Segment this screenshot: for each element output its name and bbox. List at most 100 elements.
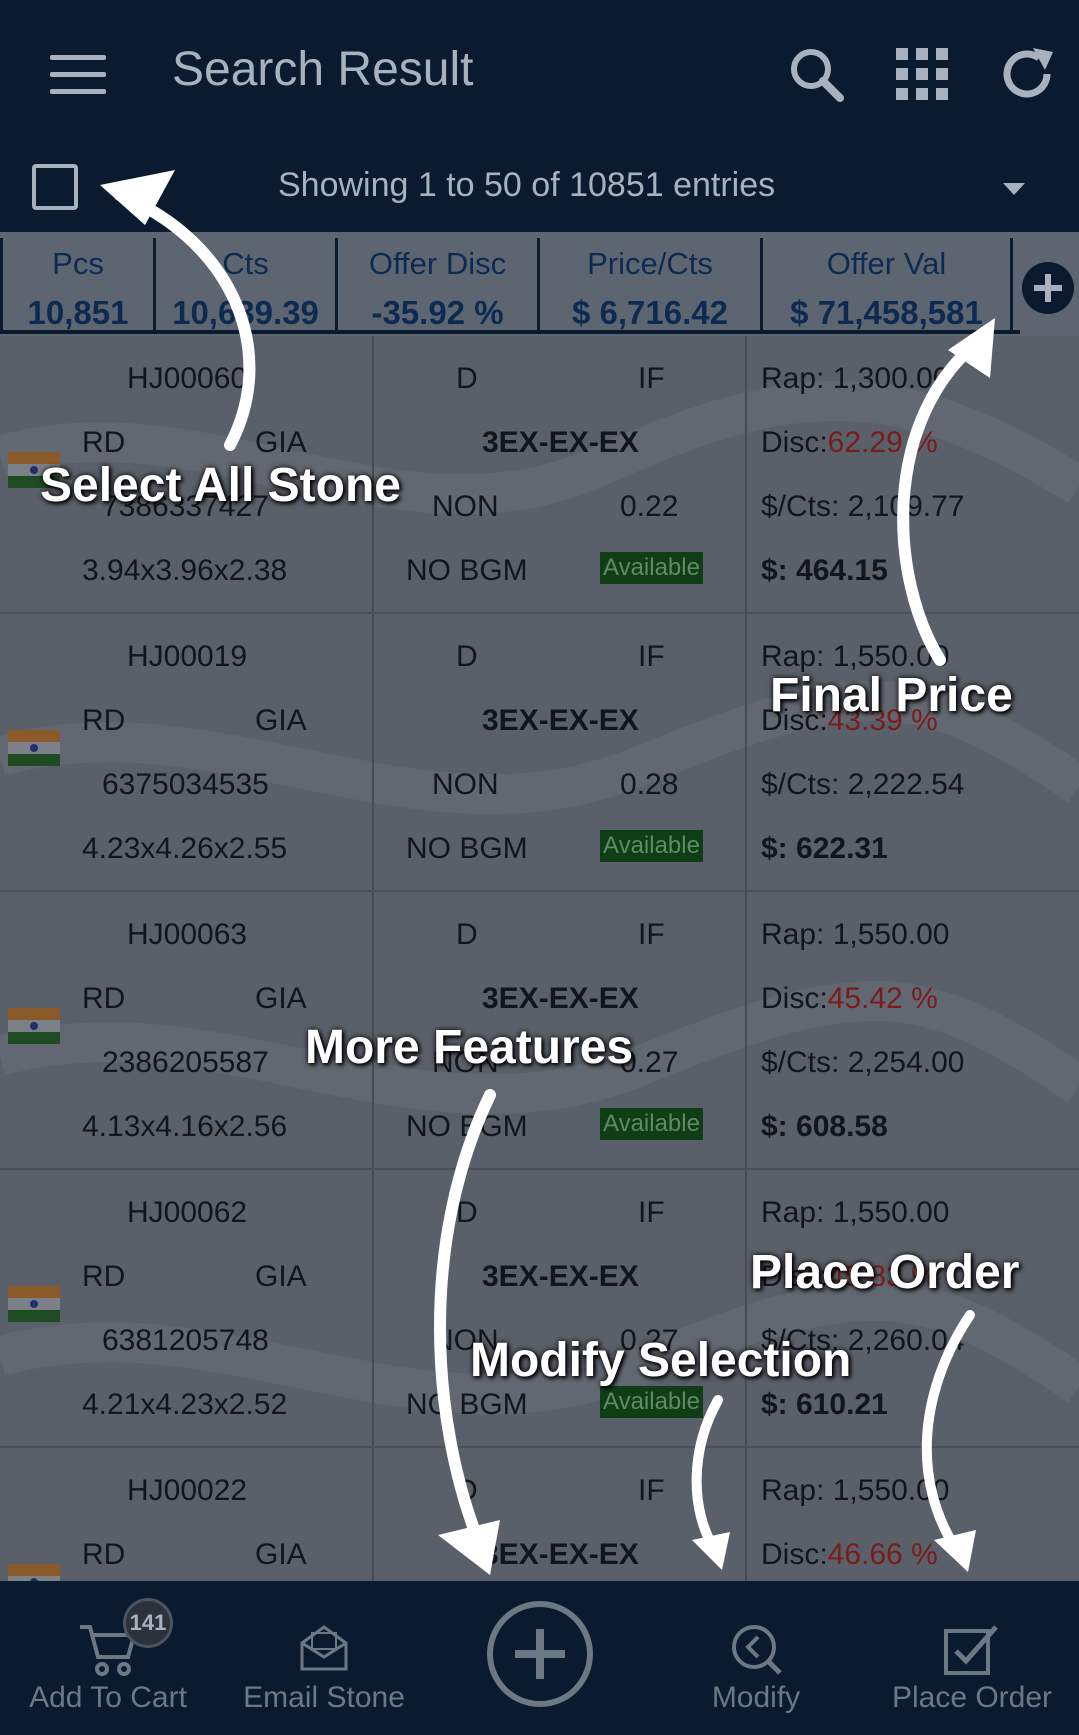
india-flag-icon [8, 1008, 60, 1044]
stone-id[interactable]: HJ00062 [127, 1196, 247, 1230]
column-divider [372, 1448, 374, 1581]
bottom-navigation: 141 Add To Cart Email Stone Modify Place… [0, 1581, 1079, 1735]
measurements: 4.13x4.16x2.56 [82, 1110, 288, 1143]
status-badge: Available [600, 1386, 703, 1418]
add-column-icon[interactable] [1020, 260, 1076, 316]
summary-offer-val: Offer Val $ 71,458,581 [760, 238, 1013, 331]
select-all-checkbox[interactable] [32, 164, 78, 210]
add-to-cart-button[interactable]: 141 Add To Cart [10, 1581, 206, 1735]
refresh-icon[interactable] [997, 44, 1057, 104]
menu-icon[interactable] [50, 55, 106, 95]
final-price: $: 608.58 [761, 1110, 888, 1143]
summary-price-cts: Price/Cts $ 6,716.42 [537, 238, 760, 331]
email-stone-button[interactable]: Email Stone [226, 1581, 422, 1735]
summary-value: 10,851 [27, 294, 129, 331]
stone-id[interactable]: HJ00060 [127, 362, 247, 396]
report-number[interactable]: 6375034535 [102, 768, 269, 802]
color: D [456, 1196, 478, 1229]
final-price: $: 622.31 [761, 832, 888, 865]
discount-value: 62.29 % [827, 426, 938, 459]
carat: 0.28 [620, 768, 679, 801]
summary-label: Offer Val [826, 246, 947, 281]
fluorescence: NON [432, 490, 499, 523]
color: D [456, 918, 478, 951]
price-per-carat: $/Cts: 2,222.54 [761, 768, 965, 801]
report-number[interactable]: 6381205748 [102, 1324, 269, 1358]
status-badge: Available [600, 830, 703, 862]
cut-polish-symmetry: 3EX-EX-EX [482, 1538, 639, 1571]
lab: GIA [255, 426, 307, 459]
summary-header: Pcs 10,851 Cts 10,639.39 Offer Disc -35.… [0, 232, 1079, 336]
bgm: NO BGM [406, 1388, 528, 1421]
shape: RD [82, 1538, 126, 1571]
summary-cts: Cts 10,639.39 [153, 238, 335, 331]
bgm: NO BGM [406, 832, 528, 865]
annotation-more-features: More Features [305, 1021, 634, 1074]
annotation-modify-selection: Modify Selection [470, 1334, 852, 1387]
annotation-select-all: Select All Stone [40, 459, 401, 512]
stone-id[interactable]: HJ00019 [127, 640, 247, 674]
clarity: IF [638, 362, 665, 395]
clarity: IF [638, 918, 665, 951]
table-row[interactable]: HJ00022 RD GIA D IF 3EX-EX-EX Rap: 1,550… [0, 1448, 1079, 1581]
clarity: IF [638, 1196, 665, 1229]
column-divider [745, 1170, 747, 1446]
rap-price: Rap: 1,550.00 [761, 918, 950, 951]
clarity: IF [638, 1474, 665, 1507]
chevron-down-icon[interactable] [1003, 183, 1025, 195]
cut-polish-symmetry: 3EX-EX-EX [482, 704, 639, 737]
search-icon[interactable] [786, 44, 846, 104]
column-divider [745, 336, 747, 612]
price-per-carat: $/Cts: 2,109.77 [761, 490, 965, 523]
india-flag-icon [8, 1286, 60, 1322]
report-number[interactable]: 2386205587 [102, 1046, 269, 1080]
rap-price: Rap: 1,550.00 [761, 1196, 950, 1229]
modify-button[interactable]: Modify [658, 1581, 854, 1735]
more-features-button[interactable] [485, 1599, 595, 1709]
table-row[interactable]: HJ00019 RD GIA 6375034535 4.23x4.26x2.55… [0, 614, 1079, 892]
table-row[interactable]: HJ00062 RD GIA 6381205748 4.21x4.23x2.52… [0, 1170, 1079, 1448]
final-price: $: 610.21 [761, 1388, 888, 1421]
color: D [456, 362, 478, 395]
color: D [456, 1474, 478, 1507]
grid-icon[interactable] [892, 44, 952, 104]
place-order-button[interactable]: Place Order [874, 1581, 1070, 1735]
checkbox-edit-icon [944, 1625, 998, 1675]
summary-label: Price/Cts [587, 246, 713, 281]
summary-value: $ 6,716.42 [572, 294, 728, 331]
stone-list[interactable]: HJ00060 RD GIA 7386337427 3.94x3.96x2.38… [0, 336, 1079, 1581]
discount-value: 46.66 % [827, 1538, 938, 1571]
india-flag-icon [8, 1564, 60, 1581]
entries-count: Showing 1 to 50 of 10851 entries [278, 166, 776, 204]
lab: GIA [255, 1538, 307, 1571]
summary-pcs: Pcs 10,851 [0, 238, 153, 331]
bgm: NO BGM [406, 554, 528, 587]
cut-polish-symmetry: 3EX-EX-EX [482, 1260, 639, 1293]
summary-label: Pcs [52, 246, 104, 281]
lab: GIA [255, 982, 307, 1015]
modify-label: Modify [711, 1681, 801, 1714]
measurements: 4.21x4.23x2.52 [82, 1388, 288, 1421]
discount-label: Disc: [761, 1538, 828, 1571]
column-divider [745, 614, 747, 890]
color: D [456, 640, 478, 673]
final-price: $: 464.15 [761, 554, 888, 587]
measurements: 3.94x3.96x2.38 [82, 554, 288, 587]
cut-polish-symmetry: 3EX-EX-EX [482, 426, 639, 459]
summary-value: 10,639.39 [172, 294, 319, 331]
fluorescence: NON [432, 768, 499, 801]
stone-id[interactable]: HJ00063 [127, 918, 247, 952]
email-stone-label: Email Stone [243, 1681, 405, 1714]
cart-count-badge: 141 [123, 1598, 173, 1648]
stone-id[interactable]: HJ00022 [127, 1474, 247, 1508]
bgm: NO BGM [406, 1110, 528, 1143]
summary-value: -35.92 % [371, 294, 504, 331]
status-badge: Available [600, 552, 703, 584]
clarity: IF [638, 640, 665, 673]
rap-price: Rap: 1,550.00 [761, 1474, 950, 1507]
page-title: Search Result [172, 43, 474, 96]
measurements: 4.23x4.26x2.55 [82, 832, 288, 865]
summary-divider [0, 330, 1020, 334]
discount-label: Disc: [761, 982, 828, 1015]
annotation-place-order: Place Order [750, 1246, 1020, 1299]
